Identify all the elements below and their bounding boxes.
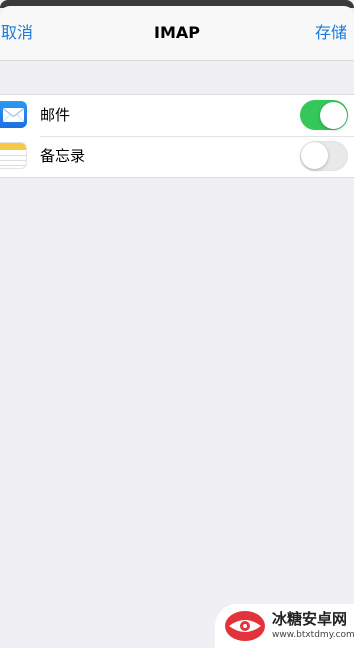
mail-label: 邮件	[40, 106, 71, 124]
watermark-url: www.btxtdmy.com	[272, 630, 354, 640]
notes-toggle[interactable]	[300, 141, 348, 171]
notes-label: 备忘录	[40, 147, 86, 165]
sync-list: 邮件 备忘录	[0, 94, 354, 178]
page-title: IMAP	[154, 23, 200, 42]
list-item-notes: 备忘录	[0, 136, 354, 177]
mail-toggle[interactable]	[300, 100, 348, 130]
notes-icon	[0, 142, 27, 169]
watermark-title: 冰糖安卓网	[272, 610, 348, 628]
navigation-bar: 取消 IMAP 存储	[0, 6, 354, 61]
mail-icon	[0, 101, 27, 128]
watermark-logo-icon	[225, 611, 265, 641]
toggle-knob	[319, 101, 347, 129]
save-button[interactable]: 存储	[315, 23, 347, 43]
list-item-mail: 邮件	[0, 95, 354, 136]
watermark: 冰糖安卓网 www.btxtdmy.com	[215, 604, 354, 648]
toggle-knob	[301, 142, 328, 169]
